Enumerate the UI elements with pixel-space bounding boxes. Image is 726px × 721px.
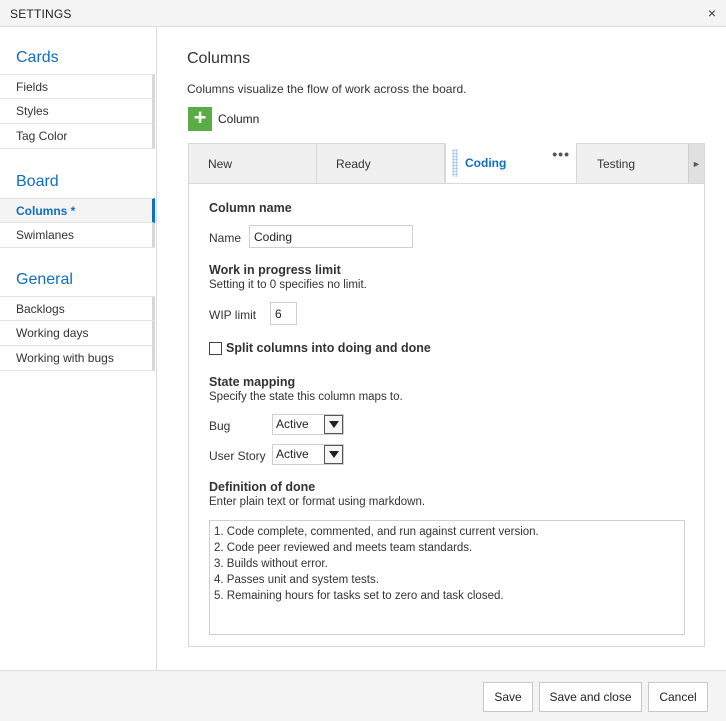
dod-heading: Definition of done bbox=[209, 480, 316, 494]
dialog-title: SETTINGS bbox=[10, 7, 72, 21]
wip-limit-input[interactable] bbox=[270, 302, 297, 325]
scroll-right-icon[interactable]: ► bbox=[688, 144, 704, 184]
nav-item-styles[interactable]: Styles bbox=[0, 99, 155, 124]
nav-item-tag-color[interactable]: Tag Color bbox=[0, 124, 155, 149]
user-story-state-value: Active bbox=[276, 447, 309, 461]
tab-coding[interactable]: Coding ••• bbox=[445, 143, 577, 185]
state-mapping-heading: State mapping bbox=[209, 375, 296, 389]
dod-help: Enter plain text or format using markdow… bbox=[209, 496, 426, 508]
tab-ready[interactable]: Ready bbox=[317, 144, 445, 184]
column-tabs: New Ready Coding ••• Testing ► bbox=[188, 143, 705, 185]
nav-item-working-days[interactable]: Working days bbox=[0, 321, 155, 346]
tab-label: Testing bbox=[597, 157, 636, 171]
bug-label: Bug bbox=[209, 419, 231, 433]
user-story-label: User Story bbox=[209, 449, 266, 463]
title-bar: SETTINGS × bbox=[0, 0, 726, 27]
add-column-button[interactable]: + Column bbox=[188, 107, 259, 131]
column-name-heading: Column name bbox=[209, 201, 292, 215]
nav-item-fields[interactable]: Fields bbox=[0, 74, 155, 99]
tab-label: Coding bbox=[465, 156, 507, 170]
column-settings-panel: Column name Name Work in progress limit … bbox=[188, 183, 705, 647]
tab-new[interactable]: New bbox=[189, 144, 317, 184]
settings-nav: Cards Fields Styles Tag Color Board Colu… bbox=[0, 27, 157, 670]
name-label: Name bbox=[209, 231, 242, 245]
page-description: Columns visualize the flow of work acros… bbox=[187, 82, 467, 96]
close-icon[interactable]: × bbox=[708, 5, 716, 21]
more-options-icon[interactable]: ••• bbox=[552, 134, 570, 174]
split-columns-label: Split columns into doing and done bbox=[226, 341, 431, 355]
nav-section-board: Board bbox=[16, 173, 59, 190]
dod-line: 3. Builds without error. bbox=[214, 558, 328, 570]
wip-heading: Work in progress limit bbox=[209, 263, 341, 277]
state-mapping-help: Specify the state this column maps to. bbox=[209, 391, 403, 403]
cancel-button[interactable]: Cancel bbox=[648, 682, 708, 712]
plus-icon: + bbox=[188, 107, 212, 131]
save-button[interactable]: Save bbox=[483, 682, 533, 712]
nav-item-working-with-bugs[interactable]: Working with bugs bbox=[0, 346, 155, 371]
dod-line: 5. Remaining hours for tasks set to zero… bbox=[214, 590, 504, 602]
nav-section-cards: Cards bbox=[16, 49, 59, 66]
bug-state-select[interactable]: Active bbox=[272, 414, 344, 435]
dod-line: 2. Code peer reviewed and meets team sta… bbox=[214, 542, 473, 554]
main-content: Columns Columns visualize the flow of wo… bbox=[157, 27, 726, 670]
nav-section-general: General bbox=[16, 271, 73, 288]
nav-item-backlogs[interactable]: Backlogs bbox=[0, 296, 155, 321]
bug-state-value: Active bbox=[276, 417, 309, 431]
save-and-close-button[interactable]: Save and close bbox=[539, 682, 642, 712]
nav-item-swimlanes[interactable]: Swimlanes bbox=[0, 223, 155, 248]
dialog-footer: Save Save and close Cancel bbox=[0, 670, 726, 721]
wip-label: WIP limit bbox=[209, 308, 257, 322]
user-story-state-select[interactable]: Active bbox=[272, 444, 344, 465]
tab-testing[interactable]: Testing bbox=[578, 144, 690, 184]
definition-of-done-textarea[interactable]: 1. Code complete, commented, and run aga… bbox=[209, 520, 685, 635]
split-columns-checkbox[interactable] bbox=[209, 342, 222, 355]
chevron-down-icon bbox=[324, 415, 343, 434]
page-title: Columns bbox=[187, 50, 251, 67]
tab-label: New bbox=[208, 157, 233, 171]
wip-help-text: Setting it to 0 specifies no limit. bbox=[209, 279, 367, 291]
dod-line: 4. Passes unit and system tests. bbox=[214, 574, 379, 586]
tab-label: Ready bbox=[336, 157, 371, 171]
nav-item-columns[interactable]: Columns * bbox=[0, 198, 155, 223]
column-name-input[interactable] bbox=[249, 225, 413, 248]
dod-line: 1. Code complete, commented, and run aga… bbox=[214, 526, 539, 538]
drag-handle-icon[interactable] bbox=[452, 149, 458, 177]
add-column-label: Column bbox=[218, 112, 260, 126]
chevron-down-icon bbox=[324, 445, 343, 464]
